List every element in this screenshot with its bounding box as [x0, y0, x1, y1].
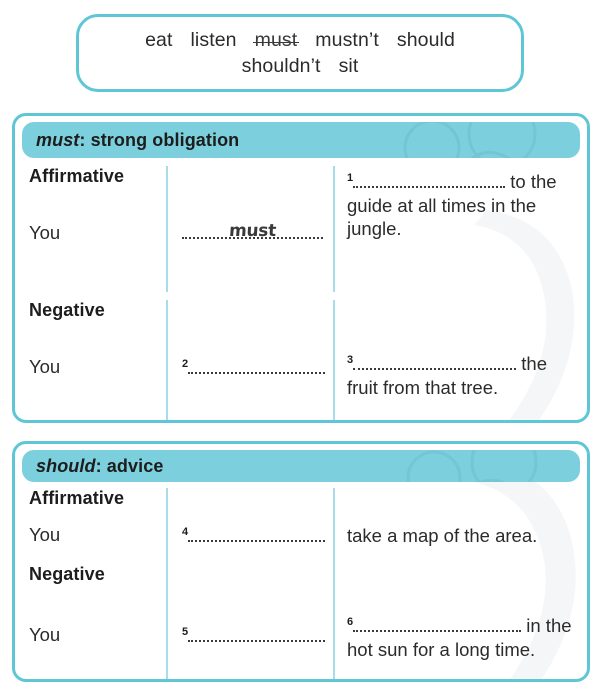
subject-affirmative-should: You	[29, 524, 61, 545]
cell-affirmative-label-2: Affirmative	[15, 488, 166, 520]
negative-sentence-must: 3 the fruit from that tree.	[347, 353, 547, 398]
cell-empty-b4	[166, 564, 333, 602]
negative-label-must: Negative	[29, 300, 105, 320]
word-bank: eat listen must mustn’t should shouldn’t…	[76, 14, 524, 92]
table-header-must: must: strong obligation	[22, 122, 580, 158]
answer-blank-2[interactable]	[188, 372, 326, 374]
word-bank-line-2: shouldn’t sit	[233, 54, 368, 80]
table-row: Affirmative	[15, 482, 587, 520]
cell-negative-label: Negative	[15, 300, 166, 334]
answer-blank-5[interactable]	[188, 640, 326, 642]
answer-blank-3[interactable]	[353, 368, 517, 370]
table-row: Negative	[15, 564, 587, 602]
cell-answer-blank-5: 5	[166, 602, 333, 679]
table-row: You 2 3 the fruit from that tree.	[15, 334, 587, 420]
cell-negative-sentence: 3 the fruit from that tree.	[333, 334, 587, 420]
filled-answer-must: must	[228, 221, 277, 241]
header-swirl-decoration	[403, 122, 537, 158]
header-keyword-should: should	[36, 455, 96, 476]
table-header-text-must: must: strong obligation	[36, 130, 239, 151]
affirmative-label-must: Affirmative	[29, 166, 125, 186]
table-row: Affirmative 1 to the guide at all times …	[15, 158, 587, 239]
word-bank-word-mustnt[interactable]: mustn’t	[315, 28, 379, 54]
grammar-table-must: must: strong obligation Affirmative 1 to…	[12, 113, 590, 423]
subject-negative-should: You	[29, 624, 61, 645]
table-row: You must	[15, 200, 587, 292]
cell-answer-blank-4: 4	[166, 520, 333, 564]
blank-number-2: 2	[182, 357, 189, 370]
answer-blank-4[interactable]	[188, 540, 326, 542]
blank-number-3: 3	[347, 353, 354, 366]
negative-label-should: Negative	[29, 564, 105, 584]
cell-negative-label-2: Negative	[15, 564, 166, 602]
cell-empty-c4	[333, 564, 587, 602]
blank-number-1: 1	[347, 171, 354, 184]
cell-subject-negative: You	[15, 334, 166, 420]
cell-subject-affirmative: You	[15, 200, 166, 292]
cell-affirmative-label: Affirmative	[15, 166, 166, 200]
affirmative-sentence-should: take a map of the area.	[347, 525, 538, 546]
cell-affirmative-sentence-cont	[333, 200, 587, 292]
subject-negative-must: You	[29, 356, 61, 377]
word-bank-word-must-struck[interactable]: must	[252, 28, 299, 54]
subject-affirmative-must: You	[29, 222, 61, 243]
blank-number-6: 6	[347, 615, 354, 628]
word-bank-word-should[interactable]: should	[397, 28, 455, 54]
cell-empty-b	[166, 166, 333, 200]
table-body-should: Affirmative You 4 take a map of the area…	[15, 482, 587, 679]
cell-affirmative-sentence-2: take a map of the area.	[333, 520, 587, 564]
table-row: You 4 take a map of the area.	[15, 520, 587, 564]
cell-empty-b3	[166, 488, 333, 520]
cell-empty-c2	[333, 300, 587, 334]
word-bank-line-1: eat listen must mustn’t should	[136, 28, 464, 54]
negative-sentence-text-must: the fruit from that tree.	[347, 353, 547, 398]
word-bank-word-sit[interactable]: sit	[339, 54, 359, 80]
blank-number-4: 4	[182, 525, 189, 538]
grammar-table-should: should: advice Affirmative You 4 take a …	[12, 441, 590, 682]
answer-blank-6[interactable]	[353, 630, 522, 632]
header-swirl-decoration-2	[406, 450, 538, 482]
answer-blank-1[interactable]	[353, 186, 506, 188]
word-bank-word-eat[interactable]: eat	[145, 28, 172, 54]
table-body-must: Affirmative 1 to the guide at all times …	[15, 158, 587, 420]
word-bank-word-listen[interactable]: listen	[191, 28, 237, 54]
cell-affirmative-sentence: 1 to the guide at all times in the jungl…	[333, 166, 587, 239]
negative-sentence-text-should: in the hot sun for a long time.	[347, 615, 572, 660]
blank-group-2: 2	[182, 357, 326, 378]
header-rest-should: : advice	[95, 455, 164, 476]
blank-number-5: 5	[182, 625, 189, 638]
negative-sentence-should: 6 in the hot sun for a long time.	[347, 615, 572, 660]
header-rest-must: : strong obligation	[79, 129, 240, 150]
cell-subject-affirmative-2: You	[15, 520, 166, 564]
header-keyword-must: must	[36, 129, 80, 150]
affirmative-label-should: Affirmative	[29, 488, 125, 508]
table-row: Negative	[15, 292, 587, 334]
cell-negative-sentence-2: 6 in the hot sun for a long time.	[333, 602, 587, 679]
cell-subject-negative-2: You	[15, 602, 166, 679]
word-bank-word-shouldnt[interactable]: shouldn’t	[242, 54, 321, 80]
blank-group-4: 4	[182, 525, 326, 546]
cell-answer-blank-2: 2	[166, 334, 333, 420]
cell-empty-c3	[333, 488, 587, 520]
table-header-should: should: advice	[22, 450, 580, 482]
table-header-text-should: should: advice	[36, 456, 163, 477]
blank-group-5: 5	[182, 625, 326, 646]
table-row: You 5 6 in the hot sun for a long time.	[15, 602, 587, 679]
cell-empty-b2	[166, 300, 333, 334]
cell-answer-filled: must	[166, 200, 333, 292]
filled-answer-wrapper[interactable]: must	[182, 221, 323, 244]
